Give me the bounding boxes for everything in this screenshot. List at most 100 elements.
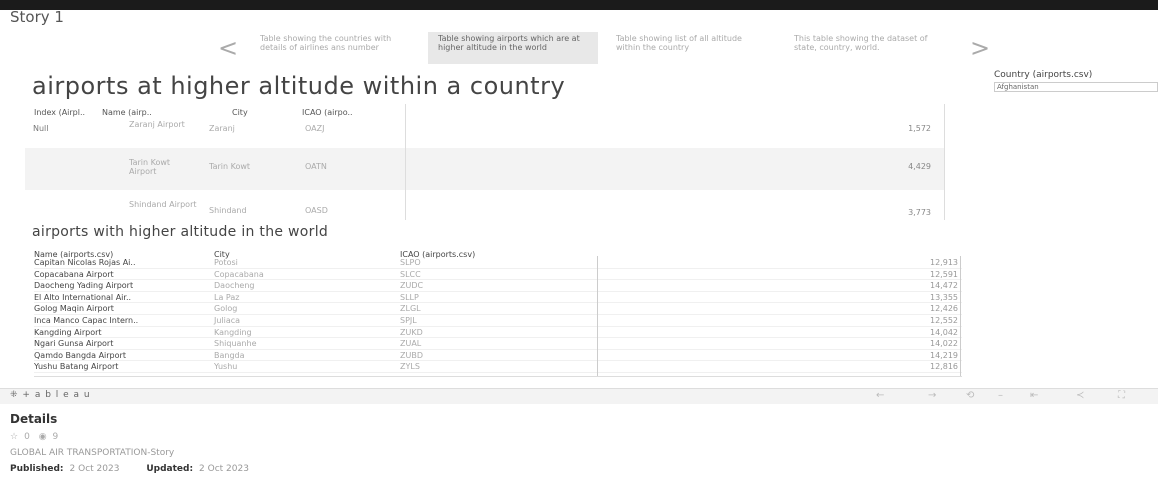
table-row: Golog Maqin Airport Golog ZLGL 12,426 (34, 303, 962, 315)
country-filter-select[interactable]: Afghanistan (994, 82, 1158, 92)
published-date: 2 Oct 2023 (69, 464, 120, 474)
index-cell: Null (33, 124, 49, 133)
updated-label: Updated: (146, 464, 194, 474)
eye-icon: ◉ (38, 432, 47, 442)
airport-name-cell: Inca Manco Capac Intern.. (34, 316, 139, 325)
table-row: Tarin Kowt Airport Tarin Kowt OATN 4,429 (25, 148, 945, 190)
icao-cell: OASD (305, 206, 328, 215)
table-border (944, 104, 945, 220)
story-point-4[interactable]: This table showing the dataset of state,… (784, 32, 954, 64)
column-header-index[interactable]: Index (Airpl.. (34, 108, 85, 117)
published-label: Published: (10, 464, 64, 474)
updated-date: 2 Oct 2023 (199, 464, 249, 474)
airport-name-cell: Ngari Gunsa Airport (34, 339, 114, 349)
city-cell: Golog (214, 304, 238, 314)
views-count: 9 (52, 432, 59, 442)
tableau-logo-text: + a b l e a u (22, 390, 91, 400)
city-cell: Tarin Kowt (209, 162, 251, 171)
world-table-title: airports with higher altitude in the wor… (32, 224, 329, 240)
icao-cell: SLPO (400, 258, 421, 267)
altitude-cell: 12,591 (930, 269, 958, 279)
altitude-cell: 12,426 (930, 304, 958, 314)
altitude-cell: 14,472 (930, 281, 958, 291)
table-row: Kangding Airport Kangding ZUKD 14,042 (34, 327, 962, 339)
icao-cell: ZUBD (400, 350, 423, 360)
altitude-cell: 14,219 (930, 350, 958, 360)
favorites-count: 0 (24, 432, 30, 442)
story-point-2[interactable]: Table showing airports which are at high… (428, 32, 598, 64)
top-bar (0, 0, 1158, 10)
icao-cell: ZYLS (400, 362, 420, 372)
dates-row: Published: 2 Oct 2023 Updated: 2 Oct 2023 (10, 464, 249, 474)
airport-name-cell: Golog Maqin Airport (34, 304, 114, 314)
airport-name-cell: Tarin Kowt Airport (129, 158, 171, 176)
table-row: Copacabana Airport Copacabana SLCC 12,591 (34, 269, 962, 281)
altitude-cell: 14,042 (930, 327, 958, 337)
icao-cell: SLLP (400, 292, 419, 302)
altitude-cell: 12,816 (930, 362, 958, 372)
icao-cell: SPJL (400, 316, 417, 325)
city-cell: Bangda (214, 350, 245, 360)
column-header-name[interactable]: Name (airp.. (102, 108, 152, 117)
value-cell: 3,773 (908, 208, 931, 217)
story-point-1[interactable]: Table showing the countries with details… (250, 32, 420, 64)
row-separator (34, 371, 962, 373)
column-header-city[interactable]: City (232, 108, 248, 117)
city-cell: La Paz (214, 292, 240, 302)
revert-icon[interactable]: ⟲ (966, 390, 974, 401)
refresh-icon[interactable]: ⇤ (1030, 390, 1038, 401)
city-cell: Shindand (209, 206, 247, 215)
undo-icon[interactable]: ← (876, 390, 884, 401)
airport-name-cell: Shindand Airport (129, 200, 197, 209)
next-story-point-button[interactable]: > (970, 34, 990, 62)
value-cell: 1,572 (908, 124, 931, 133)
city-cell: Zaranj (209, 124, 235, 133)
stats-row: ☆ 0 ◉ 9 (10, 432, 64, 442)
value-cell: 4,429 (908, 162, 931, 171)
icao-cell: SLCC (400, 269, 421, 279)
workbook-name[interactable]: GLOBAL AIR TRANSPORTATION-Story (10, 448, 174, 458)
city-cell: Daocheng (214, 281, 255, 291)
altitude-cell: 13,355 (930, 292, 958, 302)
tableau-logo[interactable]: ⁜ + a b l e a u (10, 390, 91, 400)
city-cell: Copacabana (214, 269, 264, 279)
table-row: Capitan Nicolas Rojas Ai.. Potosi SLPO 12,9… (34, 257, 962, 269)
details-heading: Details (10, 412, 58, 426)
star-icon[interactable]: ☆ (10, 432, 18, 442)
icao-cell: ZLGL (400, 304, 421, 314)
table-row: Shindand Airport Shindand OASD 3,773 (25, 190, 945, 220)
story-point-3[interactable]: Table showing list of all altitude withi… (606, 32, 776, 64)
table-row: El Alto International Air.. La Paz SLLP 13,… (34, 292, 962, 304)
tableau-logo-mark-icon: ⁜ (10, 390, 19, 400)
table-divider (405, 104, 406, 220)
table-border (34, 376, 962, 377)
airport-name-cell: Qamdo Bangda Airport (34, 350, 126, 360)
city-cell: Kangding (214, 327, 252, 337)
table-row: Yushu Batang Airport Yushu ZYLS 12,816 (34, 361, 962, 373)
table-border (960, 256, 961, 376)
table-row: Inca Manco Capac Intern.. Juliaca SPJL 12,5… (34, 315, 962, 327)
city-cell: Juliaca (214, 316, 241, 325)
airport-name-cell: Kangding Airport (34, 327, 102, 337)
icao-cell: OATN (305, 162, 327, 171)
city-cell: Shiquanhe (214, 339, 257, 349)
viz-toolbar (0, 388, 1158, 404)
altitude-cell: 12,552 (930, 316, 958, 325)
redo-icon[interactable]: → (928, 390, 936, 401)
pause-icon[interactable]: – (998, 390, 1003, 401)
table-row: Ngari Gunsa Airport Shiquanhe ZUAL 14,022 (34, 338, 962, 350)
share-icon[interactable]: ≺ (1076, 390, 1084, 401)
airport-name-cell: El Alto International Air.. (34, 292, 132, 302)
table-row: Null Zaranj Airport Zaranj OAZJ 1,572 (25, 118, 945, 148)
fullscreen-icon[interactable]: ⛶ (1118, 390, 1125, 401)
icao-cell: ZUAL (400, 339, 422, 349)
icao-cell: ZUKD (400, 327, 423, 337)
previous-story-point-button[interactable]: < (218, 34, 238, 62)
column-header-icao[interactable]: ICAO (airpo.. (302, 108, 353, 117)
icao-cell: ZUDC (400, 281, 424, 291)
airport-name-cell: Capitan Nicolas Rojas Ai.. (34, 258, 136, 267)
icao-cell: OAZJ (305, 124, 325, 133)
table-row: Daocheng Yading Airport Daocheng ZUDC 14,47… (34, 280, 962, 292)
city-cell: Yushu (214, 362, 238, 372)
airport-name-cell: Yushu Batang Airport (34, 362, 119, 372)
